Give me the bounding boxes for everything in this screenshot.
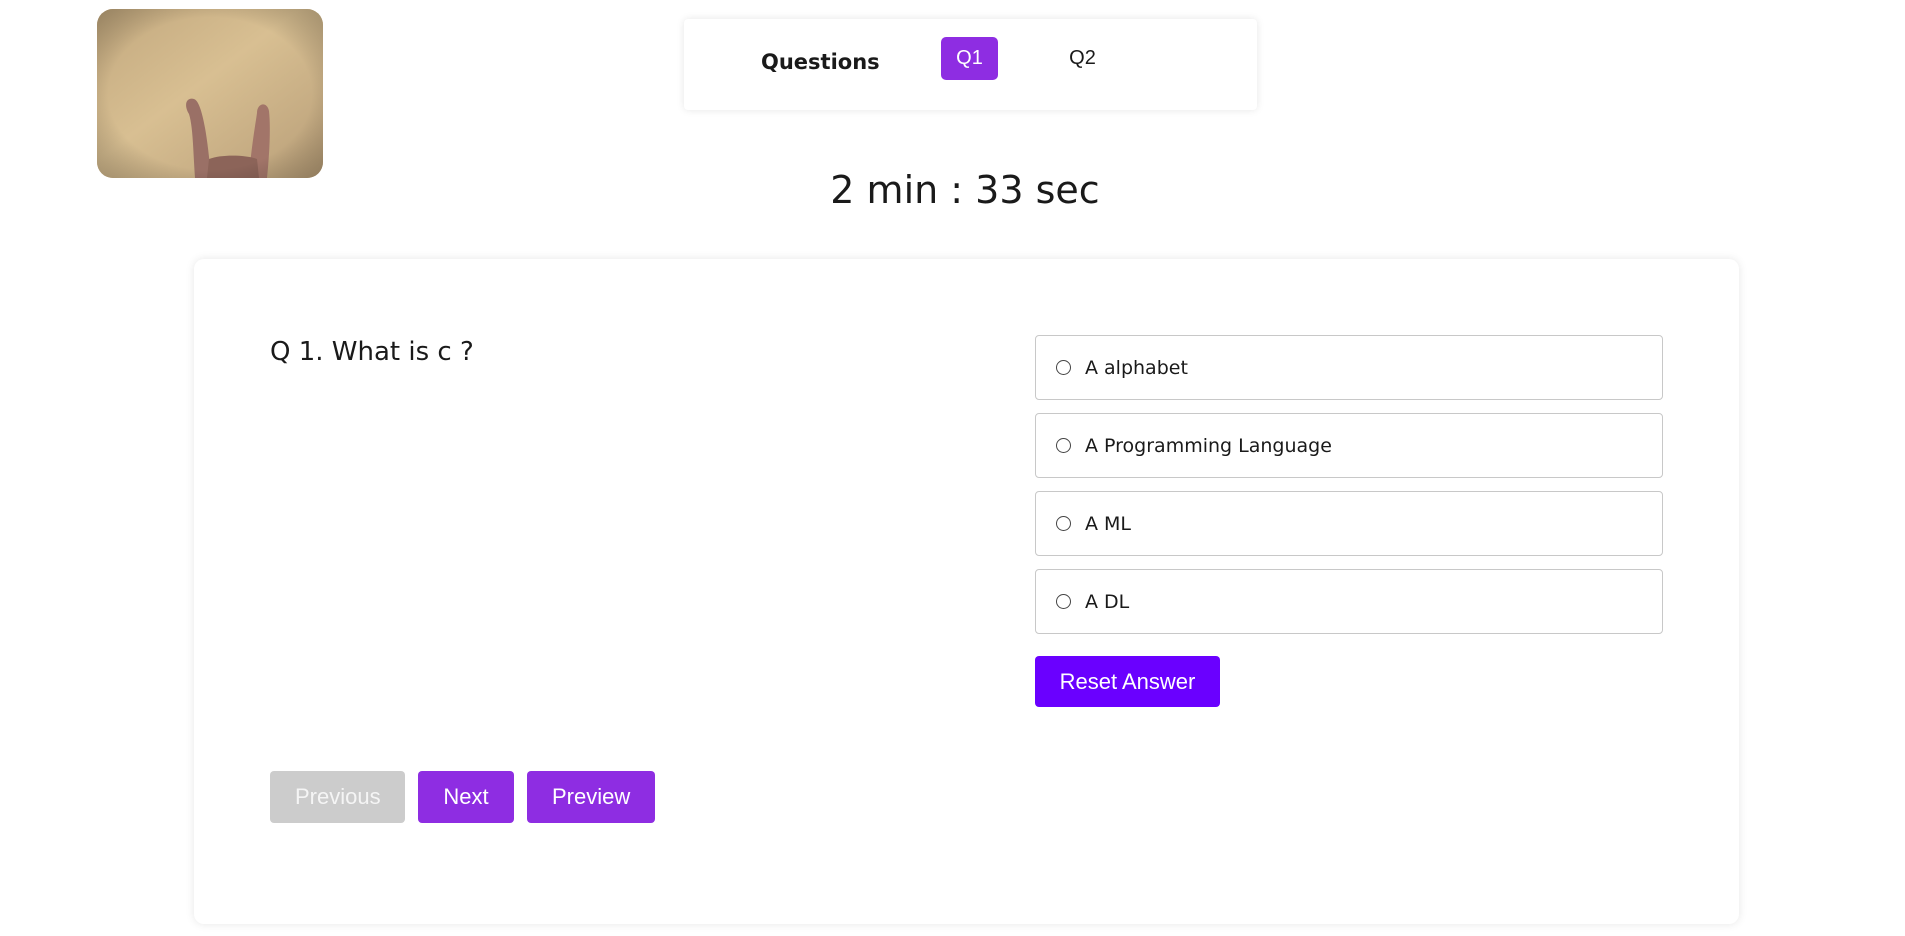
radio-button-icon[interactable] — [1056, 516, 1071, 531]
webcam-feed-image — [97, 9, 323, 178]
webcam-preview — [97, 9, 323, 178]
question-text: Q 1. What is c ? — [270, 337, 474, 367]
option-3[interactable]: A ML — [1035, 491, 1663, 556]
option-2[interactable]: A Programming Language — [1035, 413, 1663, 478]
option-1[interactable]: A alphabet — [1035, 335, 1663, 400]
option-4[interactable]: A DL — [1035, 569, 1663, 634]
option-label: A DL — [1085, 590, 1130, 613]
question-button-q1[interactable]: Q1 — [941, 37, 998, 80]
option-label: A ML — [1085, 512, 1132, 535]
option-label: A Programming Language — [1085, 434, 1332, 457]
radio-button-icon[interactable] — [1056, 438, 1071, 453]
next-button[interactable]: Next — [418, 771, 514, 823]
questions-title: Questions — [761, 50, 880, 74]
question-navigator: Questions Q1 Q2 — [684, 19, 1257, 110]
countdown-timer: 2 min : 33 sec — [830, 168, 1100, 212]
answer-options: A alphabet A Programming Language A ML A… — [1035, 335, 1663, 647]
quiz-page: Questions Q1 Q2 2 min : 33 sec Q 1. What… — [0, 0, 1905, 936]
radio-button-icon[interactable] — [1056, 360, 1071, 375]
reset-answer-button[interactable]: Reset Answer — [1035, 656, 1220, 707]
option-label: A alphabet — [1085, 356, 1188, 379]
question-navigation: Previous Next Preview — [270, 771, 655, 823]
preview-button[interactable]: Preview — [527, 771, 655, 823]
question-button-q2[interactable]: Q2 — [1054, 37, 1111, 80]
question-card: Q 1. What is c ? A alphabet A Programmin… — [194, 259, 1739, 924]
previous-button[interactable]: Previous — [270, 771, 405, 823]
radio-button-icon[interactable] — [1056, 594, 1071, 609]
